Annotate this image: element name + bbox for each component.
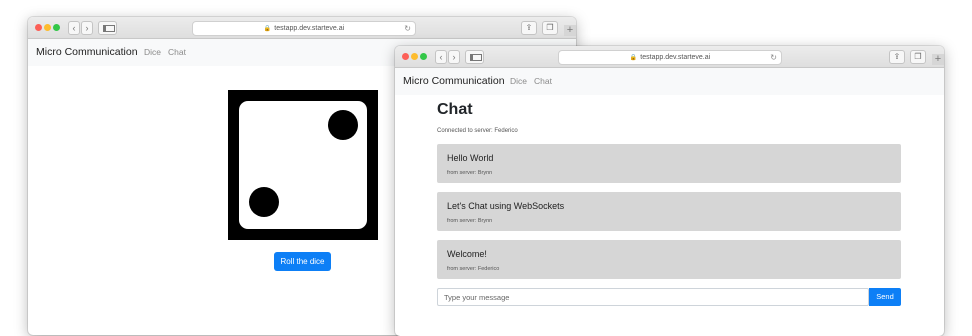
lock-icon: 🔒	[263, 26, 272, 32]
nav-link-chat[interactable]: Chat	[168, 47, 186, 57]
message-input[interactable]: Type your message	[437, 288, 869, 306]
zoom-window-button[interactable]	[53, 24, 60, 31]
brand[interactable]: Micro Communication	[36, 46, 138, 58]
share-icon[interactable]: ⇪	[521, 21, 537, 35]
nav-link-chat[interactable]: Chat	[534, 76, 552, 86]
send-button[interactable]: Send	[869, 288, 901, 306]
minimize-window-button[interactable]	[44, 24, 51, 31]
address-bar[interactable]: 🔒 testapp.dev.starteve.ai ↻	[558, 50, 782, 65]
tabs-icon[interactable]: ❐	[910, 50, 926, 64]
dice-face	[239, 101, 367, 229]
message-sender: from server: Brynn	[447, 170, 493, 176]
chat-message: Hello World from server: Brynn	[437, 144, 901, 183]
connection-status: Connected to server: Federico	[437, 128, 518, 134]
page-title: Chat	[437, 101, 473, 118]
share-icon[interactable]: ⇪	[889, 50, 905, 64]
dice-pip	[249, 187, 279, 217]
reload-icon[interactable]: ↻	[770, 51, 777, 64]
nav-link-dice[interactable]: Dice	[510, 76, 527, 86]
close-window-button[interactable]	[35, 24, 42, 31]
chat-browser-window: ‹ › 🔒 testapp.dev.starteve.ai ↻ ⇪ ❐ + Mic…	[395, 46, 944, 336]
chat-message: Welcome! from server: Federico	[437, 240, 901, 279]
chat-message: Let's Chat using WebSockets from server:…	[437, 192, 901, 231]
back-icon[interactable]: ‹	[68, 21, 80, 35]
new-tab-icon[interactable]: +	[932, 54, 944, 65]
dice-pip	[328, 110, 358, 140]
reload-icon[interactable]: ↻	[404, 22, 411, 35]
roll-dice-button[interactable]: Roll the dice	[274, 252, 331, 271]
sidebar-icon[interactable]	[465, 50, 484, 64]
message-sender: from server: Federico	[447, 266, 500, 272]
message-text: Let's Chat using WebSockets	[447, 201, 565, 211]
lock-icon: 🔒	[629, 55, 638, 61]
dice	[228, 90, 378, 240]
app-navbar: Micro Communication Dice Chat	[395, 68, 944, 95]
message-text: Hello World	[447, 153, 494, 163]
close-window-button[interactable]	[402, 53, 409, 60]
url-text: testapp.dev.starteve.ai	[640, 54, 711, 61]
brand[interactable]: Micro Communication	[403, 75, 505, 87]
address-bar[interactable]: 🔒 testapp.dev.starteve.ai ↻	[192, 21, 416, 36]
message-sender: from server: Brynn	[447, 218, 493, 224]
message-text: Welcome!	[447, 249, 487, 259]
zoom-window-button[interactable]	[420, 53, 427, 60]
minimize-window-button[interactable]	[411, 53, 418, 60]
url-text: testapp.dev.starteve.ai	[274, 25, 345, 32]
tabs-icon[interactable]: ❐	[542, 21, 558, 35]
forward-icon[interactable]: ›	[448, 50, 460, 64]
new-tab-icon[interactable]: +	[564, 25, 576, 36]
back-icon[interactable]: ‹	[435, 50, 447, 64]
nav-link-dice[interactable]: Dice	[144, 47, 161, 57]
title-bar: ‹ › 🔒 testapp.dev.starteve.ai ↻ ⇪ ❐ +	[395, 46, 944, 68]
sidebar-icon[interactable]	[98, 21, 117, 35]
forward-icon[interactable]: ›	[81, 21, 93, 35]
title-bar: ‹ › 🔒 testapp.dev.starteve.ai ↻ ⇪ ❐ +	[28, 17, 576, 39]
